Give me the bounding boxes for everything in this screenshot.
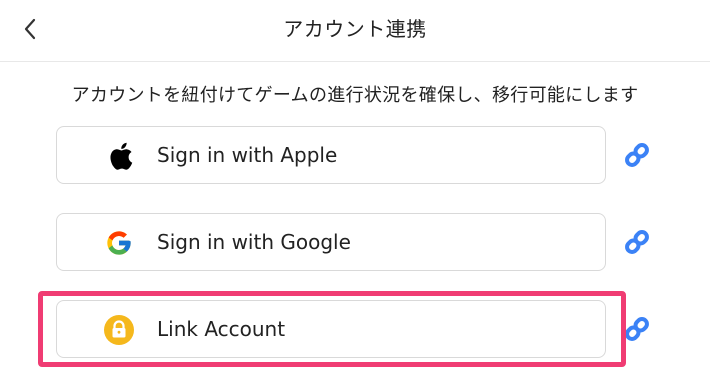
- link-chain-icon[interactable]: [622, 140, 652, 170]
- link-account-label: Link Account: [157, 317, 286, 341]
- google-logo-icon: [104, 228, 134, 258]
- description-text: アカウントを紐付けてゲームの進行状況を確保し、移行可能にします: [71, 85, 639, 106]
- lock-icon: [104, 315, 134, 345]
- link-chain-icon[interactable]: [622, 314, 652, 344]
- header-bar: アカウント連携: [0, 0, 710, 62]
- page-title: アカウント連携: [283, 17, 427, 41]
- link-chain-icon[interactable]: [622, 227, 652, 257]
- sign-in-apple-button[interactable]: Sign in with Apple: [56, 126, 606, 184]
- sign-in-google-button[interactable]: Sign in with Google: [56, 213, 606, 271]
- sign-in-apple-label: Sign in with Apple: [157, 143, 338, 167]
- link-account-button[interactable]: Link Account: [56, 300, 606, 358]
- apple-logo-icon: [104, 141, 134, 171]
- sign-in-google-label: Sign in with Google: [157, 230, 351, 254]
